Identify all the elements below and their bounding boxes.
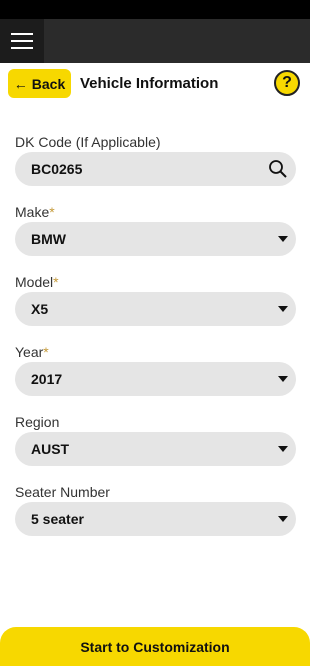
chevron-down-icon bbox=[278, 446, 288, 452]
region-value: AUST bbox=[31, 441, 70, 457]
seater-value: 5 seater bbox=[31, 511, 84, 527]
seater-label: Seater Number bbox=[15, 484, 110, 500]
make-select[interactable]: BMW bbox=[15, 222, 296, 256]
make-value: BMW bbox=[31, 231, 66, 247]
model-select[interactable]: X5 bbox=[15, 292, 296, 326]
required-marker: * bbox=[43, 344, 49, 360]
year-label: Year* bbox=[15, 344, 49, 360]
page-title: Vehicle Information bbox=[80, 75, 219, 92]
year-select[interactable]: 2017 bbox=[15, 362, 296, 396]
start-customization-button[interactable]: Start to Customization bbox=[0, 627, 310, 666]
back-button[interactable]: ← Back bbox=[8, 69, 71, 98]
dk-code-value: BC0265 bbox=[31, 161, 83, 177]
dk-code-input[interactable]: BC0265 bbox=[15, 152, 296, 186]
make-label: Make* bbox=[15, 204, 55, 220]
dk-code-label: DK Code (If Applicable) bbox=[15, 134, 161, 150]
region-label: Region bbox=[15, 414, 60, 430]
chevron-down-icon bbox=[278, 376, 288, 382]
status-bar bbox=[0, 0, 310, 19]
region-select[interactable]: AUST bbox=[15, 432, 296, 466]
chevron-down-icon bbox=[278, 236, 288, 242]
chevron-down-icon bbox=[278, 306, 288, 312]
required-marker: * bbox=[53, 274, 59, 290]
hamburger-menu-icon[interactable] bbox=[0, 19, 44, 63]
page-header: ← Back Vehicle Information bbox=[0, 63, 310, 107]
required-marker: * bbox=[49, 204, 55, 220]
seater-select[interactable]: 5 seater bbox=[15, 502, 296, 536]
search-icon[interactable] bbox=[268, 159, 288, 179]
model-label: Model* bbox=[15, 274, 59, 290]
year-value: 2017 bbox=[31, 371, 63, 387]
back-arrow-icon: ← bbox=[13, 75, 28, 92]
model-value: X5 bbox=[31, 301, 49, 317]
back-button-label: Back bbox=[31, 75, 66, 92]
chevron-down-icon bbox=[278, 516, 288, 522]
top-bar bbox=[0, 19, 310, 63]
help-icon[interactable]: ? bbox=[274, 70, 300, 96]
